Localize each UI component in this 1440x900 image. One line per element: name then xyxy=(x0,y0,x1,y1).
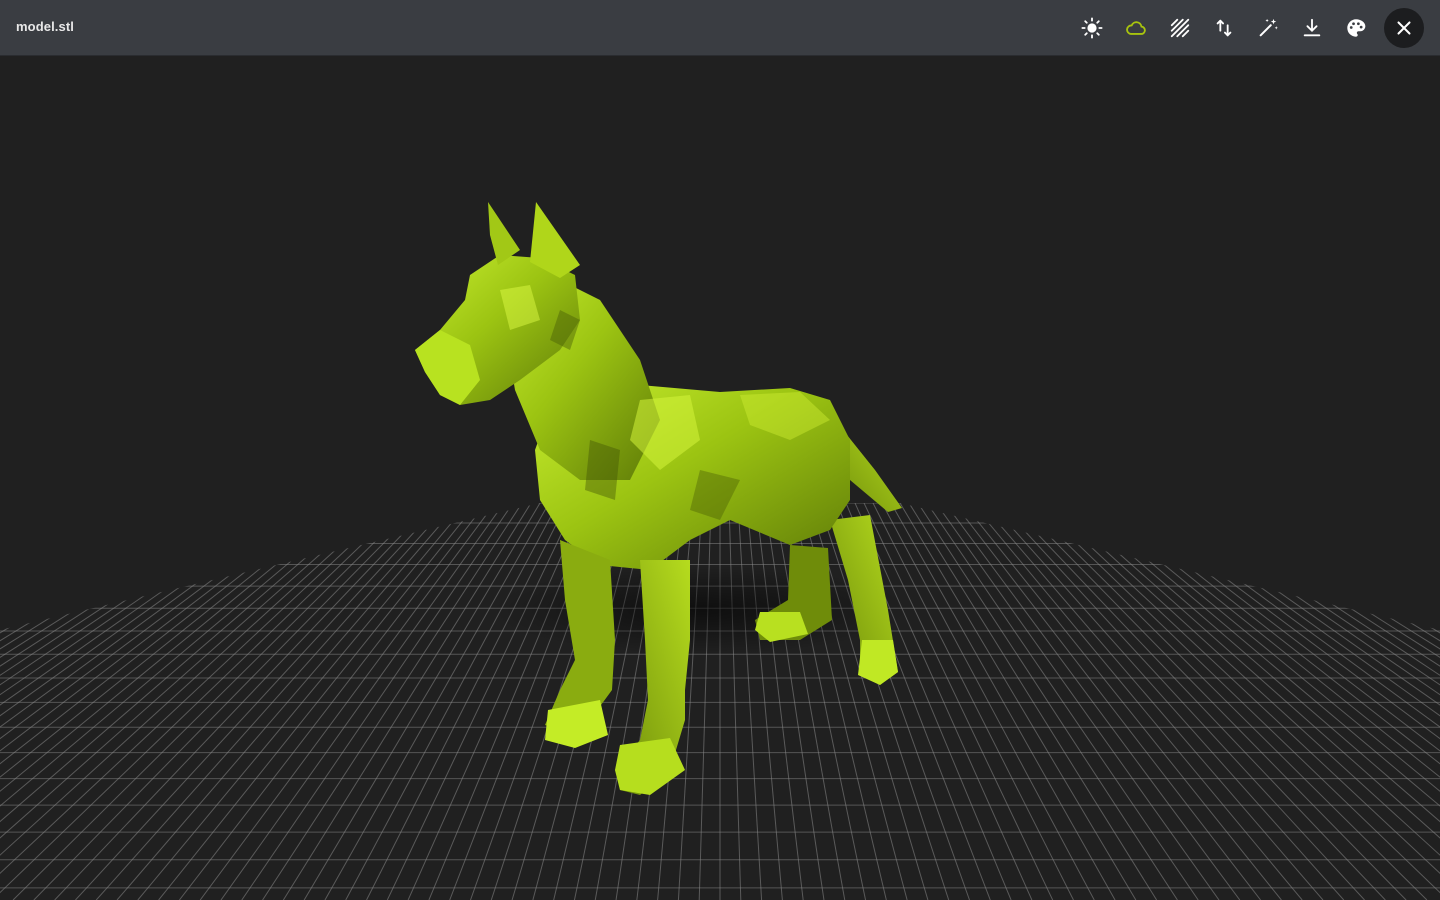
model-shadow xyxy=(490,565,910,655)
hatch-stripes-icon xyxy=(1170,18,1190,38)
cloud-icon xyxy=(1126,21,1146,35)
auto-fix-button[interactable] xyxy=(1248,8,1288,48)
close-button[interactable] xyxy=(1384,8,1424,48)
3d-viewport[interactable] xyxy=(0,57,1440,900)
download-icon xyxy=(1303,18,1321,37)
title-bar: model.stl xyxy=(0,0,1440,56)
lighting-button[interactable] xyxy=(1072,8,1112,48)
file-title: model.stl xyxy=(16,19,74,34)
scene[interactable] xyxy=(0,57,1440,900)
viewer-toolbar xyxy=(1068,8,1424,48)
wireframe-button[interactable] xyxy=(1160,8,1200,48)
material-color-button[interactable] xyxy=(1336,8,1376,48)
sun-icon xyxy=(1081,17,1103,39)
close-icon xyxy=(1397,21,1411,35)
orientation-button[interactable] xyxy=(1204,8,1244,48)
dog-model[interactable] xyxy=(415,202,902,795)
palette-icon xyxy=(1347,19,1366,37)
download-button[interactable] xyxy=(1292,8,1332,48)
floor-grid xyxy=(0,503,1440,900)
magic-wand-icon xyxy=(1259,18,1278,37)
environment-button[interactable] xyxy=(1116,8,1156,48)
up-down-arrows-icon xyxy=(1216,19,1232,37)
